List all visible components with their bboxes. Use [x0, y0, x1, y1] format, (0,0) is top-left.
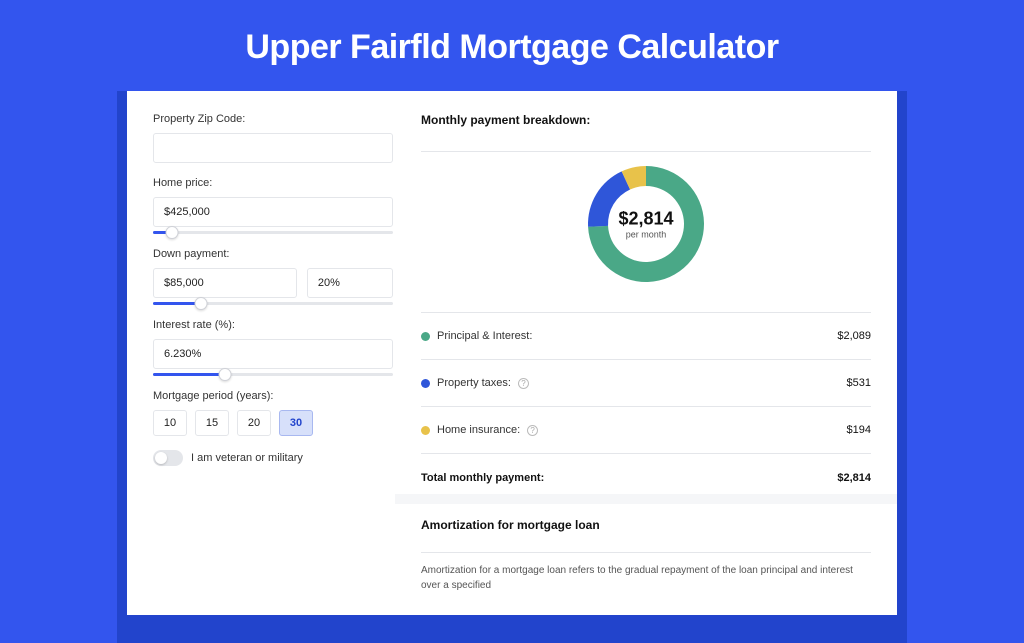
legend-label: Home insurance: [437, 424, 520, 436]
period-options: 10 15 20 30 [153, 410, 393, 436]
home-price-label: Home price: [153, 177, 393, 189]
period-option-10[interactable]: 10 [153, 410, 187, 436]
home-price-slider[interactable] [153, 231, 393, 234]
help-icon[interactable]: ? [527, 425, 538, 436]
period-label: Mortgage period (years): [153, 390, 393, 402]
donut-chart: $2,814 per month [586, 164, 706, 284]
legend-dot [421, 426, 430, 435]
down-payment-slider[interactable] [153, 302, 393, 305]
zip-label: Property Zip Code: [153, 113, 393, 125]
donut-amount: $2,814 [618, 209, 673, 230]
down-payment-input[interactable] [153, 268, 297, 298]
down-payment-pct-input[interactable] [307, 268, 393, 298]
total-label: Total monthly payment: [421, 472, 544, 484]
legend-dot [421, 332, 430, 341]
amortization-title: Amortization for mortgage loan [421, 518, 871, 532]
period-option-15[interactable]: 15 [195, 410, 229, 436]
breakdown-title: Monthly payment breakdown: [421, 113, 871, 127]
home-price-slider-thumb[interactable] [166, 226, 179, 239]
home-price-group: Home price: [153, 177, 393, 234]
veteran-label: I am veteran or military [191, 452, 303, 464]
zip-input[interactable] [153, 133, 393, 163]
total-row: Total monthly payment: $2,814 [421, 464, 871, 484]
divider [421, 151, 871, 152]
interest-label: Interest rate (%): [153, 319, 393, 331]
period-group: Mortgage period (years): 10 15 20 30 [153, 390, 393, 436]
home-price-input[interactable] [153, 197, 393, 227]
page-title: Upper Fairfld Mortgage Calculator [0, 0, 1024, 91]
donut-chart-wrap: $2,814 per month [421, 164, 871, 284]
period-option-30[interactable]: 30 [279, 410, 313, 436]
calculator-card: Property Zip Code: Home price: Down paym… [127, 91, 897, 615]
donut-sub: per month [618, 230, 673, 240]
zip-group: Property Zip Code: [153, 113, 393, 163]
interest-group: Interest rate (%): [153, 319, 393, 376]
interest-slider-thumb[interactable] [219, 368, 232, 381]
down-payment-label: Down payment: [153, 248, 393, 260]
legend-row: Principal & Interest: $2,089 [421, 323, 871, 349]
legend-label: Principal & Interest: [437, 330, 532, 342]
legend-value: $194 [847, 424, 871, 436]
legend-row: Property taxes:? $531 [421, 370, 871, 396]
legend: Principal & Interest: $2,089 Property taxe… [421, 323, 871, 443]
down-payment-group: Down payment: [153, 248, 393, 305]
section-gap [395, 494, 897, 504]
total-value: $2,814 [837, 472, 871, 484]
legend-label: Property taxes: [437, 377, 511, 389]
form-column: Property Zip Code: Home price: Down paym… [153, 113, 393, 593]
legend-value: $531 [847, 377, 871, 389]
down-payment-slider-thumb[interactable] [195, 297, 208, 310]
legend-dot [421, 379, 430, 388]
divider [421, 359, 871, 360]
toggle-knob [155, 452, 167, 464]
divider [421, 312, 871, 313]
legend-value: $2,089 [837, 330, 871, 342]
divider [421, 453, 871, 454]
legend-row: Home insurance:? $194 [421, 417, 871, 443]
divider [421, 406, 871, 407]
veteran-toggle[interactable] [153, 450, 183, 466]
period-option-20[interactable]: 20 [237, 410, 271, 436]
interest-input[interactable] [153, 339, 393, 369]
help-icon[interactable]: ? [518, 378, 529, 389]
breakdown-column: Monthly payment breakdown: $2,814 per mo… [421, 113, 871, 593]
donut-center: $2,814 per month [618, 209, 673, 240]
outer-band: Property Zip Code: Home price: Down paym… [117, 91, 907, 643]
amortization-text: Amortization for a mortgage loan refers … [421, 563, 871, 593]
interest-slider[interactable] [153, 373, 393, 376]
divider [421, 552, 871, 553]
veteran-row: I am veteran or military [153, 450, 393, 466]
